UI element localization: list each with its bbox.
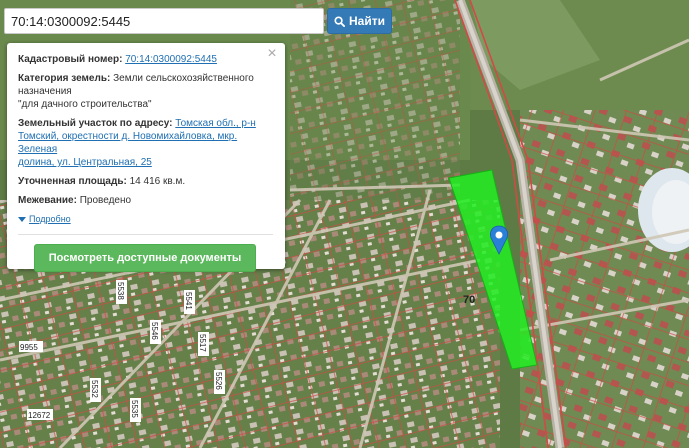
map-label-5535: 5535 [130, 400, 139, 418]
divider [18, 234, 273, 235]
area-row: Уточненная площадь: 14 416 кв.м. [18, 175, 273, 188]
area-value: 14 416 кв.м. [129, 176, 186, 187]
search-icon [334, 15, 345, 27]
cadastral-number-label: Кадастровый номер: [18, 54, 123, 65]
land-category-value-3: "для дачного строительства" [18, 99, 152, 110]
land-category-label: Категория земель: [18, 73, 111, 84]
details-link[interactable]: Подробно [29, 213, 71, 226]
address-link-2[interactable]: Томский, окрестности д. Новомихайловка, … [18, 131, 237, 155]
address-label: Земельный участок по адресу: [18, 118, 173, 129]
parcel-info-popup: × Кадастровый номер: 70:14:0300092:5445 … [7, 43, 285, 272]
map-label-5532: 5532 [90, 380, 99, 398]
map-label-70: 70 [463, 294, 475, 306]
survey-row: Межевание: Проведено [18, 194, 273, 207]
map-label-12672: 12672 [28, 411, 51, 420]
survey-value: Проведено [79, 195, 132, 206]
map-label-9955: 9955 [20, 343, 38, 352]
survey-label: Межевание: [18, 195, 77, 206]
view-documents-button[interactable]: Посмотреть доступные документы [34, 244, 256, 272]
address-row: Земельный участок по адресу: Томская обл… [18, 117, 273, 169]
land-category-value: Земли сельскохозяйственного [113, 73, 254, 84]
address-link-3[interactable]: долина, ул. Центральная, 25 [18, 157, 152, 168]
details-toggle[interactable]: Подробно [18, 213, 273, 226]
cadastral-number-link[interactable]: 70:14:0300092:5445 [125, 54, 217, 65]
area-label: Уточненная площадь: [18, 176, 127, 187]
address-link[interactable]: Томская обл., р-н [175, 118, 256, 129]
map-label-5526: 5526 [214, 372, 223, 390]
map-label-5541: 5541 [184, 292, 193, 310]
close-icon[interactable]: × [266, 46, 278, 62]
map-label-5546: 5546 [150, 322, 159, 340]
search-input[interactable] [4, 8, 324, 34]
map-label-5517: 5517 [198, 334, 207, 352]
land-category-row: Категория земель: Земли сельскохозяйстве… [18, 72, 273, 111]
caret-down-icon [18, 217, 26, 222]
cadastral-number-row: Кадастровый номер: 70:14:0300092:5445 [18, 53, 273, 66]
search-button[interactable]: Найти [327, 8, 392, 34]
land-category-value-2: назначения [18, 86, 72, 97]
search-button-label: Найти [349, 14, 385, 28]
search-bar [4, 8, 324, 34]
map-label-5538: 5538 [116, 282, 125, 300]
